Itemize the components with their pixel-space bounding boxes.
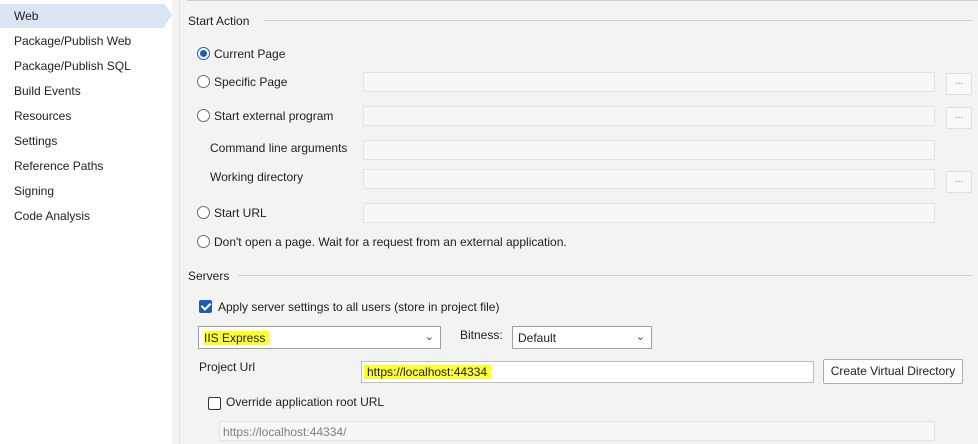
sidebar-item-label: Settings	[14, 134, 58, 148]
working-dir-label: Working directory	[210, 170, 304, 184]
server-value: IIS Express	[204, 331, 270, 345]
dont-open-radio[interactable]	[197, 235, 210, 248]
server-select[interactable]: IIS Express ⌄	[198, 326, 441, 349]
project-url-label: Project Url	[199, 360, 256, 374]
chevron-down-icon: ⌄	[424, 331, 434, 343]
start-external-radio[interactable]	[197, 109, 210, 122]
sidebar-item-label: Code Analysis	[14, 209, 91, 223]
root-url-value: https://localhost:44334/	[223, 425, 347, 439]
sidebar-item-web[interactable]: Web	[0, 4, 164, 28]
sidebar-item-reference-paths[interactable]: Reference Paths	[0, 154, 164, 178]
sidebar-item-label: Reference Paths	[14, 159, 104, 173]
start-external-label: Start external program	[214, 109, 334, 123]
sidebar-item-label: Package/Publish Web	[14, 34, 132, 48]
current-page-radio[interactable]	[197, 47, 210, 60]
sidebar: Web Package/Publish Web Package/Publish …	[0, 0, 172, 444]
command-line-label: Command line arguments	[210, 141, 348, 155]
specific-page-label: Specific Page	[214, 75, 288, 89]
external-program-browse-button[interactable]: ...	[946, 107, 972, 129]
start-url-field[interactable]	[363, 203, 935, 223]
sidebar-item-label: Package/Publish SQL	[14, 59, 131, 73]
sidebar-item-package-publish-sql[interactable]: Package/Publish SQL	[0, 54, 164, 78]
start-action-heading: Start Action	[188, 14, 250, 28]
sidebar-item-label: Web	[14, 9, 39, 23]
sidebar-item-label: Resources	[14, 109, 72, 123]
bitness-select[interactable]: Default ⌄	[512, 326, 652, 349]
apply-all-users-label: Apply server settings to all users (stor…	[218, 300, 500, 314]
current-page-label: Current Page	[214, 47, 286, 61]
chevron-down-icon: ⌄	[635, 331, 645, 343]
working-dir-browse-button[interactable]: ...	[946, 171, 972, 193]
bitness-value: Default	[518, 331, 557, 345]
sidebar-item-build-events[interactable]: Build Events	[0, 79, 164, 103]
command-line-field[interactable]	[363, 140, 935, 160]
sidebar-item-signing[interactable]: Signing	[0, 179, 164, 203]
start-action-rule	[264, 20, 972, 21]
override-root-url-checkbox[interactable]	[208, 397, 221, 410]
selection-pointer	[164, 3, 172, 27]
sidebar-item-label: Build Events	[14, 84, 81, 98]
project-url-input[interactable]: https://localhost:44334	[361, 361, 814, 383]
servers-rule	[238, 275, 972, 276]
specific-page-browse-button[interactable]: ...	[946, 73, 972, 95]
working-dir-field[interactable]	[363, 169, 935, 189]
sidebar-item-settings[interactable]: Settings	[0, 129, 164, 153]
bitness-label: Bitness:	[460, 328, 503, 342]
external-program-field[interactable]	[363, 106, 935, 126]
start-url-radio[interactable]	[197, 206, 210, 219]
specific-page-radio[interactable]	[197, 75, 210, 88]
create-virtual-directory-button[interactable]: Create Virtual Directory	[823, 359, 963, 384]
specific-page-field[interactable]	[363, 72, 935, 92]
sidebar-item-code-analysis[interactable]: Code Analysis	[0, 204, 164, 228]
apply-all-users-checkbox[interactable]	[199, 300, 212, 313]
root-url-field[interactable]: https://localhost:44334/	[219, 421, 935, 441]
sidebar-divider	[179, 0, 180, 444]
dont-open-label: Don't open a page. Wait for a request fr…	[214, 235, 567, 249]
servers-heading: Servers	[188, 269, 230, 283]
sidebar-item-package-publish-web[interactable]: Package/Publish Web	[0, 29, 164, 53]
sidebar-item-resources[interactable]: Resources	[0, 104, 164, 128]
sidebar-item-label: Signing	[14, 184, 55, 198]
start-url-label: Start URL	[214, 206, 267, 220]
top-border	[187, 0, 978, 1]
project-url-value: https://localhost:44334	[364, 365, 492, 379]
override-root-url-label: Override application root URL	[226, 395, 385, 409]
